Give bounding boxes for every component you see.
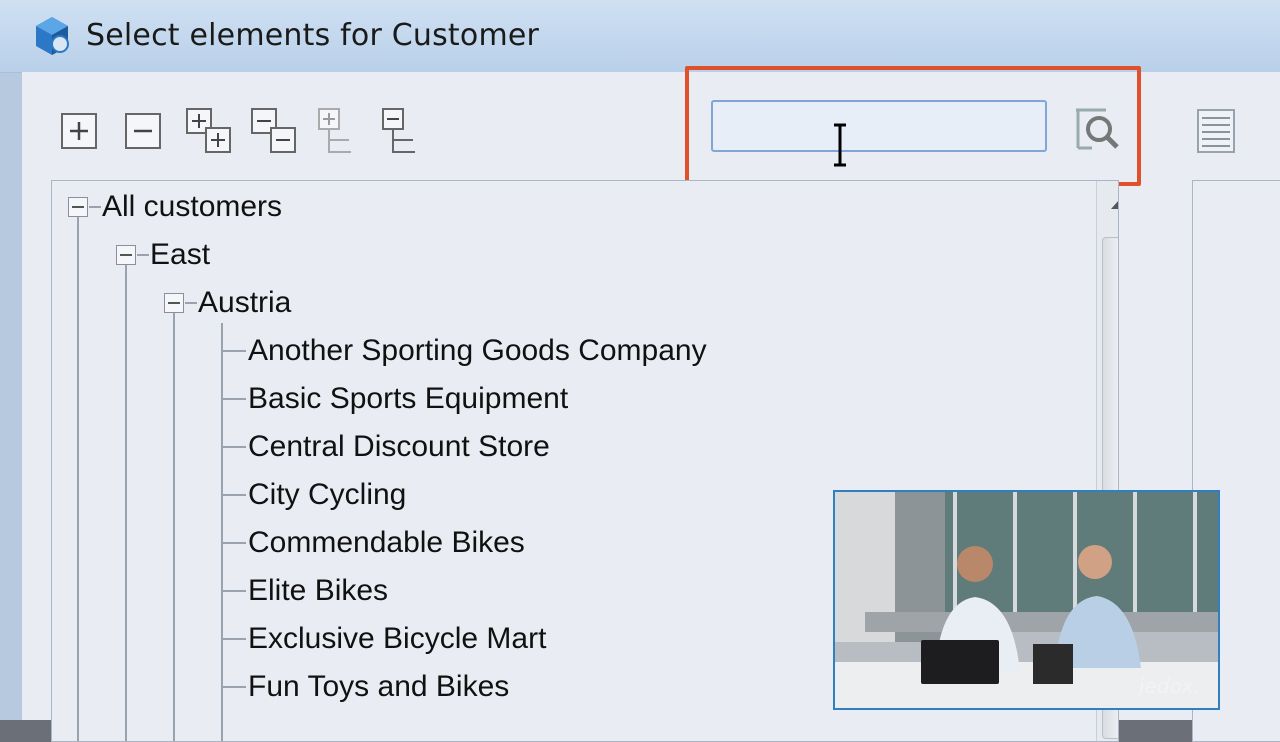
expand-level-icon — [318, 108, 351, 153]
collapse-level-button[interactable] — [374, 104, 428, 158]
tree-connector — [222, 350, 246, 352]
collapse-icon — [125, 113, 161, 149]
collapse-toggle-austria[interactable] — [164, 293, 184, 313]
collapse-button[interactable] — [116, 104, 170, 158]
presenter-video-overlay: jedox. — [833, 490, 1220, 710]
expand-all-icon — [186, 108, 231, 153]
jedox-app-icon — [36, 17, 69, 55]
tree-connector — [222, 686, 246, 688]
tree-leaf-customer[interactable]: Commendable Bikes — [248, 521, 525, 565]
tree-leaf-customer[interactable]: Fun Toys and Bikes — [248, 665, 509, 709]
tree-leaf-customer[interactable]: City Cycling — [248, 473, 406, 517]
expand-all-button[interactable] — [182, 104, 236, 158]
collapse-all-icon — [251, 108, 296, 153]
tree-node-austria[interactable]: Austria — [198, 281, 291, 325]
window-title: Select elements for Customer — [86, 18, 540, 53]
tree-leaf-customer[interactable]: Exclusive Bicycle Mart — [248, 617, 546, 661]
expand-level-button[interactable] — [310, 104, 364, 158]
tree-connector — [222, 542, 246, 544]
search-button-icon[interactable] — [1072, 102, 1122, 158]
title-bar: Select elements for Customer — [0, 0, 1280, 73]
expand-button[interactable] — [52, 104, 106, 158]
tree-connector — [222, 638, 246, 640]
tree-guide-line — [173, 313, 175, 741]
collapse-all-button[interactable] — [247, 104, 301, 158]
tree-leaf-customer[interactable]: Elite Bikes — [248, 569, 388, 613]
text-cursor-icon — [834, 123, 846, 167]
list-view-icon[interactable] — [1194, 104, 1240, 158]
tree-connector — [222, 494, 246, 496]
tree-connector — [222, 398, 246, 400]
tree-connector — [222, 446, 246, 448]
tree-connector — [89, 206, 101, 208]
search-input[interactable] — [711, 100, 1047, 152]
expand-icon — [61, 113, 97, 149]
tree-connector — [185, 302, 197, 304]
tree-guide-line — [125, 265, 127, 741]
collapse-toggle-east[interactable] — [116, 245, 136, 265]
tree-guide-line — [77, 217, 79, 741]
window-left-edge — [0, 72, 22, 720]
tree-guide-line — [221, 323, 223, 741]
tree-leaf-customer[interactable]: Another Sporting Goods Company — [248, 329, 707, 373]
jedox-watermark: jedox. — [1139, 674, 1200, 698]
collapse-toggle-root[interactable] — [68, 197, 88, 217]
tree-node-root[interactable]: All customers — [102, 185, 282, 229]
scroll-up-arrow-icon[interactable] — [1097, 181, 1119, 227]
tree-node-east[interactable]: East — [150, 233, 210, 277]
tree-connector — [137, 254, 149, 256]
collapse-level-icon — [382, 108, 415, 153]
tree-leaf-customer[interactable]: Basic Sports Equipment — [248, 377, 568, 421]
tree-connector — [222, 590, 246, 592]
tree-leaf-customer[interactable]: Central Discount Store — [248, 425, 550, 469]
